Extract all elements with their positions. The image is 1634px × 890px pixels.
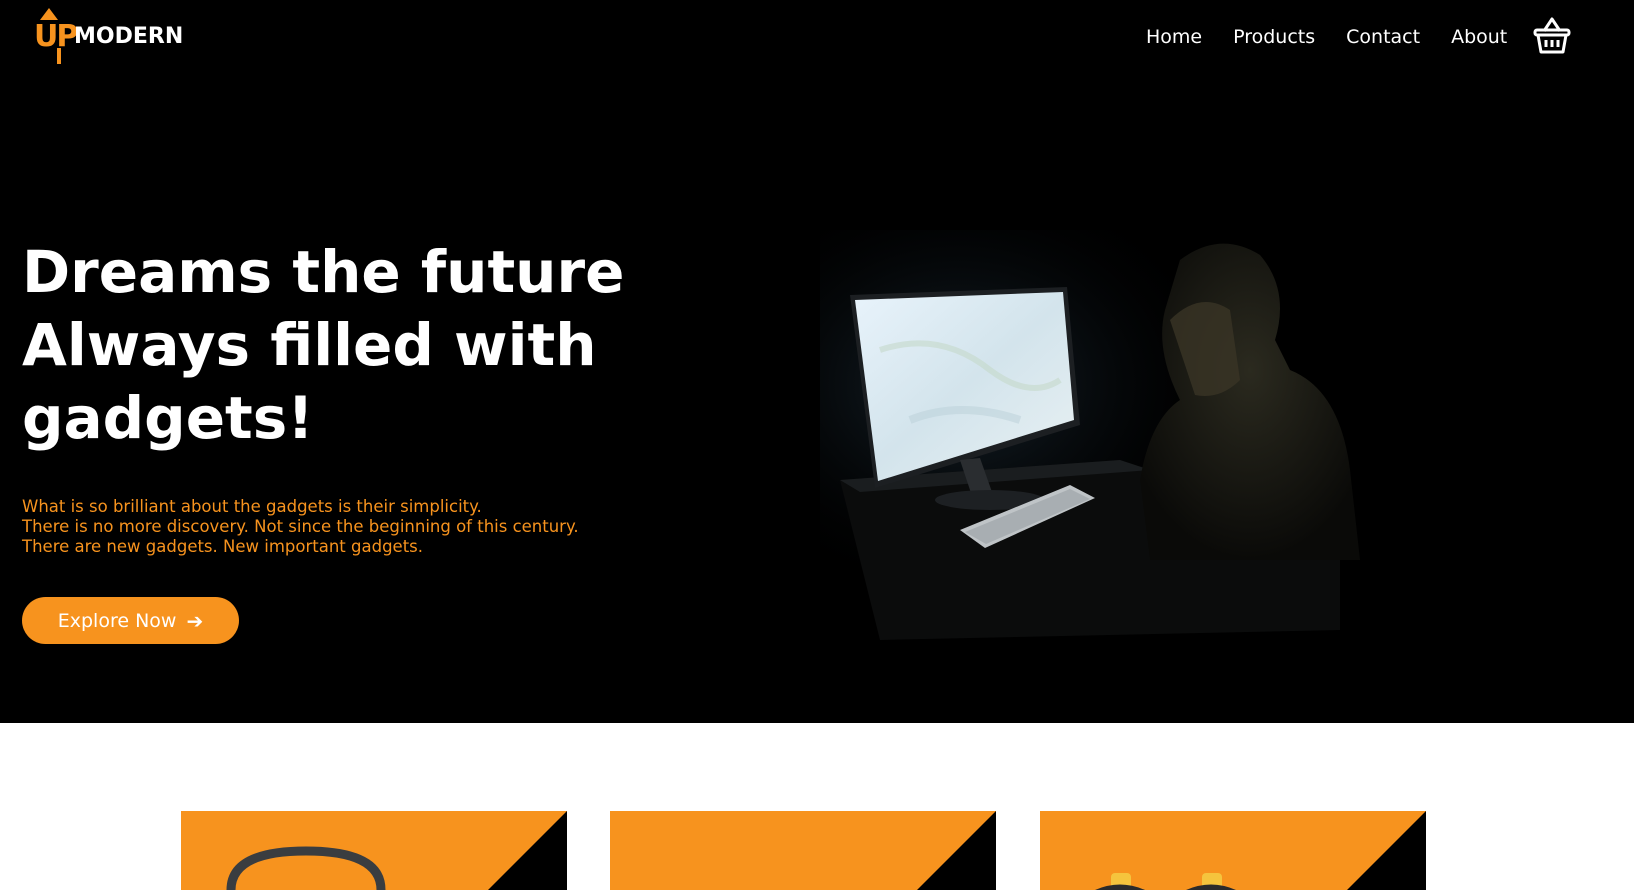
hero-section: UP MODERN Home Products Contact About Dr… — [0, 0, 1634, 723]
main-nav: Home Products Contact About — [1146, 22, 1538, 52]
hero-tagline: What is so brilliant about the gadgets i… — [22, 497, 579, 556]
logo-modern-text: MODERN — [74, 24, 184, 49]
hero-image — [820, 230, 1380, 670]
product-card-gadget[interactable] — [610, 811, 996, 890]
explore-now-label: Explore Now — [57, 609, 177, 632]
nav-contact-link[interactable]: Contact — [1346, 22, 1420, 52]
explore-now-button[interactable]: Explore Now ➔ — [22, 597, 239, 644]
headphones-image — [226, 846, 386, 890]
nav-home-link[interactable]: Home — [1146, 22, 1202, 52]
product-card-headphones[interactable] — [181, 811, 567, 890]
card-corner — [896, 811, 996, 890]
arrow-right-icon: ➔ — [186, 608, 204, 633]
earbuds-image — [1095, 873, 1236, 890]
hero-headline: Dreams the future Always filled with gad… — [22, 238, 625, 452]
nav-products-link[interactable]: Products — [1233, 22, 1315, 52]
logo-up-text: UP — [34, 19, 78, 54]
nav-about-link[interactable]: About — [1451, 22, 1507, 52]
basket-icon[interactable] — [1532, 14, 1572, 56]
logo[interactable]: UP MODERN — [34, 8, 194, 66]
product-card-earbuds[interactable] — [1040, 811, 1426, 890]
